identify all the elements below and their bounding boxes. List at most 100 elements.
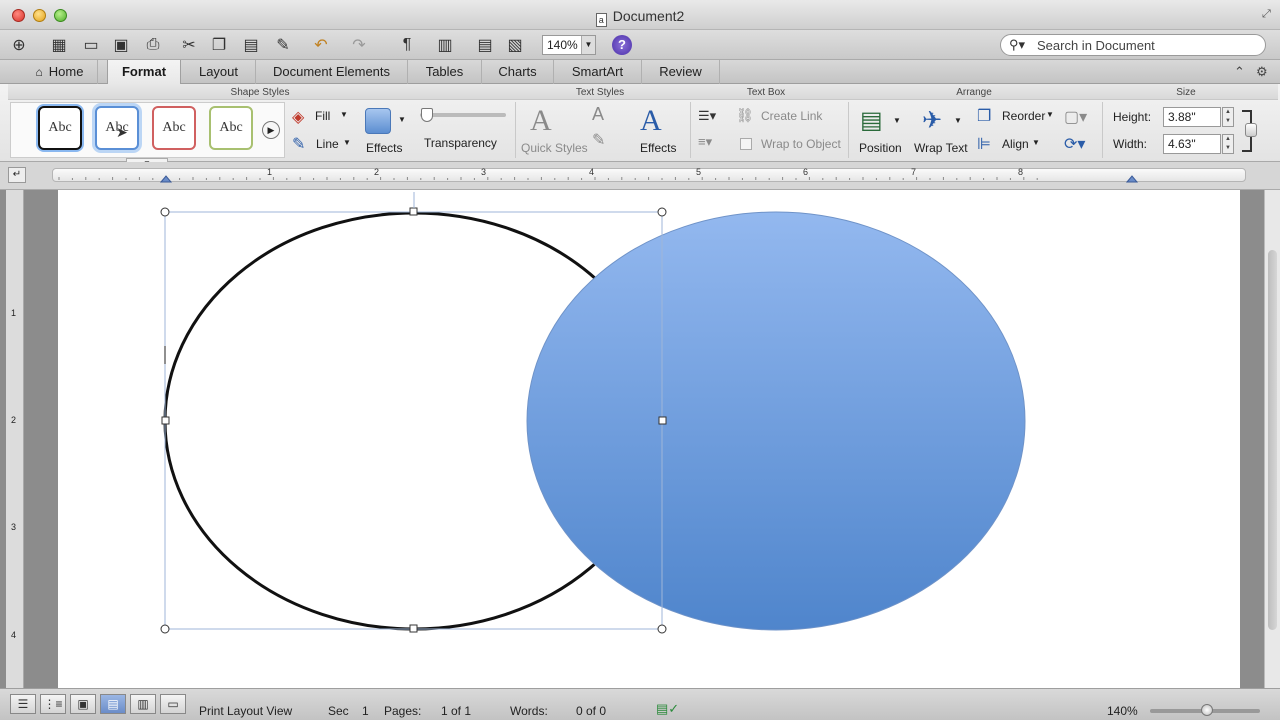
text-effects-icon[interactable]: A: [640, 104, 662, 138]
width-label: Width:: [1113, 137, 1148, 151]
position-button[interactable]: Position: [859, 141, 902, 155]
toolbox-icon[interactable]: ▤: [474, 34, 496, 56]
wrap-to-object-label: Wrap to Object: [761, 137, 841, 151]
tab-charts[interactable]: Charts: [482, 60, 554, 84]
paste-icon[interactable]: ▤: [240, 34, 262, 56]
resize-handle-e[interactable]: [658, 416, 667, 425]
transparency-slider-knob[interactable]: [421, 108, 433, 122]
resize-handle-sw[interactable]: [160, 624, 170, 634]
resize-handle-nw[interactable]: [160, 207, 170, 217]
group-arrange-label: Arrange: [956, 87, 992, 98]
show-formatting-icon[interactable]: ¶: [396, 34, 418, 56]
shape-style-thumb-4[interactable]: Abc: [209, 106, 253, 150]
quick-styles-button[interactable]: Quick Styles: [521, 141, 588, 155]
section-label: Sec: [328, 704, 349, 718]
shape-style-thumb-3[interactable]: Abc: [152, 106, 196, 150]
sidebar-icon[interactable]: ▥: [434, 34, 456, 56]
vertical-scrollbar[interactable]: [1264, 190, 1280, 688]
undo-icon[interactable]: ↶: [310, 34, 332, 56]
tab-home[interactable]: ⌂ Home: [22, 60, 98, 84]
chevron-down-icon: ▼: [398, 115, 406, 124]
search-input[interactable]: [1037, 38, 1257, 53]
resize-handle-ne[interactable]: [657, 207, 667, 217]
resize-handle-w[interactable]: [161, 416, 170, 425]
text-effects-button[interactable]: Effects: [640, 141, 676, 155]
position-icon[interactable]: ▤: [860, 106, 883, 135]
wrap-text-icon[interactable]: ✈: [922, 106, 942, 135]
chevron-down-icon: ▼: [954, 116, 962, 125]
copy-icon[interactable]: ❐: [208, 34, 230, 56]
spelling-check-icon[interactable]: ▤✓: [656, 701, 679, 717]
publishing-view-button[interactable]: ▣: [70, 694, 96, 714]
words-label: Words:: [510, 704, 548, 718]
reorder-button[interactable]: Reorder: [1002, 109, 1045, 123]
create-link-button[interactable]: Create Link: [761, 109, 822, 123]
resize-handle-s[interactable]: [409, 624, 418, 633]
gallery-icon[interactable]: ▦: [48, 34, 70, 56]
align-button[interactable]: Align: [1002, 137, 1029, 151]
search-field[interactable]: ⚲▾: [1000, 34, 1266, 56]
redo-icon[interactable]: ↷: [348, 34, 370, 56]
fullscreen-icon[interactable]: ⤢: [1262, 8, 1274, 20]
full-screen-view-button[interactable]: ▭: [160, 694, 186, 714]
text-direction-icon[interactable]: ☰▾: [698, 108, 716, 124]
collapse-ribbon-icon[interactable]: ⌃: [1234, 64, 1245, 80]
resize-handle-n[interactable]: [409, 207, 418, 216]
help-icon[interactable]: ?: [612, 35, 632, 55]
align-icon[interactable]: ⊫: [977, 134, 991, 154]
format-painter-icon[interactable]: ✎: [272, 34, 294, 56]
ribbon-settings-icon[interactable]: ⚙: [1256, 64, 1268, 80]
zoom-select[interactable]: 140% ▼: [542, 35, 596, 55]
text-alignment-icon[interactable]: ≡▾: [698, 134, 712, 150]
quick-styles-icon[interactable]: A: [530, 104, 552, 138]
save-icon[interactable]: ▣: [110, 34, 132, 56]
reorder-icon[interactable]: ❐: [977, 106, 991, 126]
wrap-to-object-checkbox[interactable]: [740, 138, 752, 150]
shape-style-thumb-1[interactable]: Abc: [38, 106, 82, 150]
tab-tables[interactable]: Tables: [408, 60, 482, 84]
tab-document-elements[interactable]: Document Elements: [256, 60, 408, 84]
vruler-number: 1: [11, 308, 17, 318]
blue-oval-shape[interactable]: [526, 211, 1026, 631]
shape-effects-button[interactable]: Effects: [366, 141, 402, 155]
resize-handle-se[interactable]: [657, 624, 667, 634]
shape-effects-icon[interactable]: [365, 108, 391, 134]
line-button[interactable]: Line: [316, 137, 339, 151]
height-field[interactable]: 3.88": [1163, 107, 1221, 127]
width-stepper[interactable]: ▲ ▼: [1222, 134, 1234, 154]
document-page[interactable]: [58, 190, 1240, 688]
text-fill-icon[interactable]: A: [592, 104, 604, 125]
new-document-icon[interactable]: ⊕: [8, 34, 30, 56]
cut-icon[interactable]: ✂: [178, 34, 200, 56]
fill-button[interactable]: Fill: [315, 109, 330, 123]
tab-layout[interactable]: Layout: [182, 60, 256, 84]
rotate-icon[interactable]: ⟳▾: [1064, 134, 1085, 154]
vertical-ruler[interactable]: 1 2 3 4: [6, 190, 24, 688]
group-icon[interactable]: ▢▾: [1064, 107, 1087, 127]
scrollbar-thumb[interactable]: [1268, 250, 1277, 630]
pages-value: 1 of 1: [441, 704, 472, 718]
section-value: 1: [362, 704, 369, 718]
zoom-slider-knob[interactable]: [1201, 704, 1213, 716]
tab-smartart[interactable]: SmartArt: [554, 60, 642, 84]
lock-aspect-icon[interactable]: [1245, 123, 1257, 137]
ribbon-divider: [1102, 102, 1103, 158]
print-icon[interactable]: ⎙: [142, 34, 164, 56]
wrap-text-button[interactable]: Wrap Text: [914, 141, 968, 155]
width-field[interactable]: 4.63": [1163, 134, 1221, 154]
open-folder-icon[interactable]: ▭: [80, 34, 102, 56]
height-stepper[interactable]: ▲ ▼: [1222, 107, 1234, 127]
transparency-label: Transparency: [424, 136, 497, 150]
tab-review[interactable]: Review: [642, 60, 720, 84]
tab-stop-selector[interactable]: ↵: [8, 167, 26, 183]
media-browser-icon[interactable]: ▧: [504, 34, 526, 56]
tab-format[interactable]: Format: [107, 60, 181, 84]
window-title: a Document2: [0, 8, 1280, 27]
draft-view-button[interactable]: ☰: [10, 694, 36, 714]
text-outline-icon[interactable]: ✎: [592, 130, 605, 150]
outline-view-button[interactable]: ⋮≡: [40, 694, 66, 714]
gallery-next-button[interactable]: ▶: [262, 121, 280, 139]
notebook-view-button[interactable]: ▥: [130, 694, 156, 714]
horizontal-ruler[interactable]: 1 2 3 4 5 6 7 8: [52, 167, 1246, 183]
print-layout-view-button[interactable]: ▤: [100, 694, 126, 714]
